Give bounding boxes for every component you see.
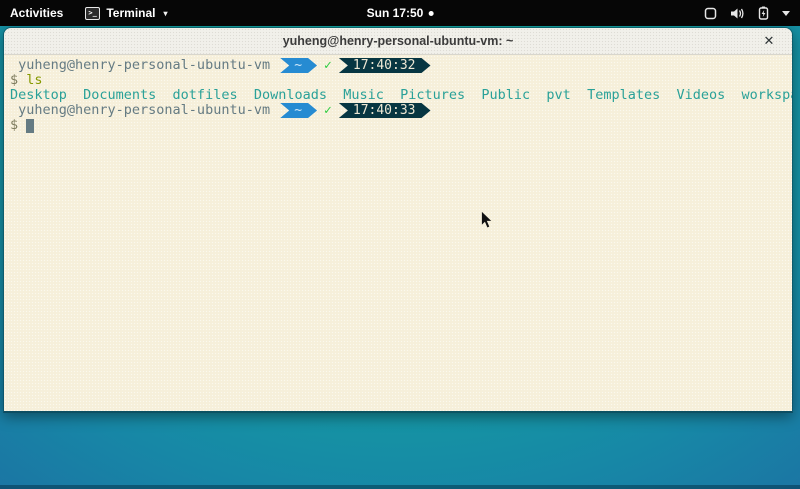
app-menu-label: Terminal xyxy=(106,6,155,20)
chevron-down-icon: ▾ xyxy=(163,9,167,18)
prompt-user-host: yuheng@henry-personal-ubuntu-vm xyxy=(10,58,278,73)
gnome-top-bar: Activities >_ Terminal ▾ Sun 17:50 xyxy=(0,0,800,26)
close-button[interactable]: ✕ xyxy=(760,32,778,50)
notification-dot-icon xyxy=(428,11,433,16)
terminal-content[interactable]: yuheng@henry-personal-ubuntu-vm ~✓17:40:… xyxy=(4,55,792,411)
prompt-line-2: yuheng@henry-personal-ubuntu-vm ~✓17:40:… xyxy=(10,103,790,118)
window-titlebar[interactable]: yuheng@henry-personal-ubuntu-vm: ~ ✕ xyxy=(4,28,792,55)
prompt-user-host: yuheng@henry-personal-ubuntu-vm xyxy=(10,103,278,118)
prompt-time-segment: 17:40:32 xyxy=(339,58,431,73)
activities-button[interactable]: Activities xyxy=(0,0,75,26)
command-line: $ ls xyxy=(10,73,790,88)
prompt-status-check-icon: ✓ xyxy=(317,58,337,73)
prompt-path-segment: ~ xyxy=(280,103,317,118)
window-title: yuheng@henry-personal-ubuntu-vm: ~ xyxy=(283,34,514,48)
system-status-area[interactable] xyxy=(704,0,800,26)
prompt-line-1: yuheng@henry-personal-ubuntu-vm ~✓17:40:… xyxy=(10,58,790,73)
app-menu-terminal[interactable]: >_ Terminal ▾ xyxy=(75,0,177,26)
chevron-down-icon[interactable] xyxy=(782,11,790,16)
prompt-symbol: $ xyxy=(10,118,26,133)
battery-charging-icon[interactable] xyxy=(758,6,769,20)
typed-command: ls xyxy=(26,73,42,88)
clock-button[interactable]: Sun 17:50 xyxy=(367,0,434,26)
prompt-time-segment: 17:40:33 xyxy=(339,103,431,118)
ls-output: Desktop Documents dotfiles Downloads Mus… xyxy=(10,88,790,103)
prompt-symbol: $ xyxy=(10,73,26,88)
terminal-icon: >_ xyxy=(85,7,100,20)
clock-label: Sun 17:50 xyxy=(367,6,424,20)
prompt-status-check-icon: ✓ xyxy=(317,103,337,118)
terminal-window: yuheng@henry-personal-ubuntu-vm: ~ ✕ yuh… xyxy=(3,27,793,413)
prompt-path-segment: ~ xyxy=(280,58,317,73)
text-cursor xyxy=(26,119,34,133)
volume-icon[interactable] xyxy=(730,7,745,20)
input-line[interactable]: $ xyxy=(10,118,790,133)
screen-icon[interactable] xyxy=(704,7,717,20)
